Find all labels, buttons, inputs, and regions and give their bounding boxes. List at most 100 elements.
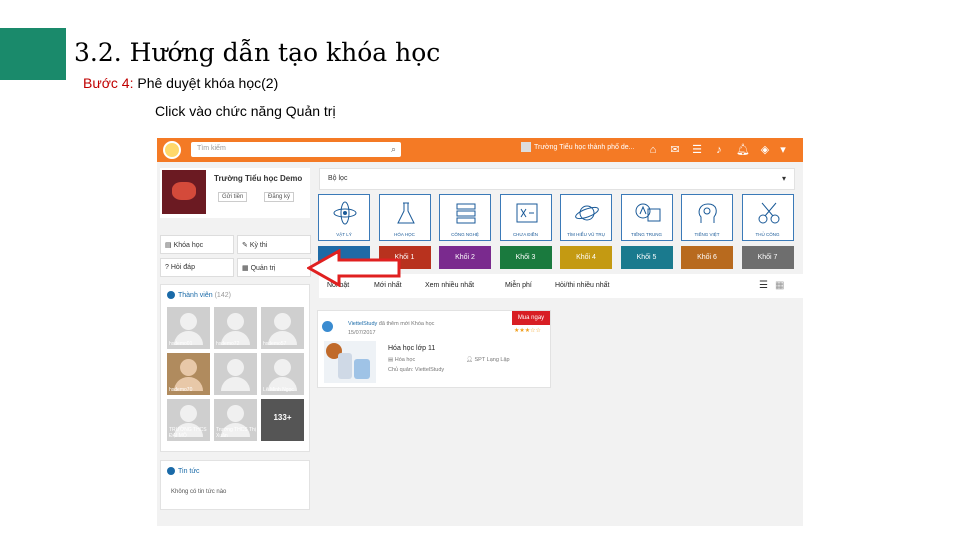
- member-name: hsdemo72: [216, 341, 240, 347]
- menu-exams[interactable]: ✎ Kỳ thi: [237, 235, 311, 254]
- step-heading: Bước 4: Phê duyệt khóa học(2): [83, 75, 278, 91]
- box-icon[interactable]: ◈: [757, 142, 773, 158]
- subject-label: TIẾNG VIỆT: [694, 232, 720, 237]
- subject-tile[interactable]: TIẾNG VIỆT: [681, 194, 733, 241]
- user-name: Trường Tiểu học thành phố de...: [534, 143, 635, 151]
- user-menu[interactable]: Trường Tiểu học thành phố de...: [521, 142, 641, 158]
- chevron-down-icon[interactable]: ▾: [775, 142, 791, 158]
- app-logo[interactable]: [163, 141, 181, 159]
- grade-button[interactable]: Khối 2: [439, 246, 491, 269]
- formula-icon: [516, 203, 537, 223]
- step-text: Phê duyệt khóa học(2): [133, 75, 279, 91]
- app-screenshot: Tìm kiếm ⌕ Trường Tiểu học thành phố de.…: [157, 138, 803, 526]
- profile-card: Trường Tiểu học Demo Gửi tiền Đăng ký: [160, 168, 310, 218]
- menu-courses-label: Khóa học: [173, 242, 204, 249]
- tab-free[interactable]: Miễn phí: [505, 282, 532, 289]
- members-title[interactable]: Thành viên: [178, 292, 213, 299]
- home-icon[interactable]: ⌂: [645, 142, 661, 158]
- member-tile[interactable]: hsdemo72: [214, 307, 257, 349]
- top-bar: Tìm kiếm ⌕ Trường Tiểu học thành phố de.…: [157, 138, 803, 162]
- profile-image[interactable]: [162, 170, 206, 214]
- send-money-button[interactable]: Gửi tiền: [218, 192, 248, 202]
- course-name[interactable]: Hóa học lớp 11: [388, 345, 435, 352]
- tab-most-asked[interactable]: Hỏi/thi nhiều nhất: [555, 282, 609, 289]
- filter-dropdown[interactable]: Bộ lọc ▾: [319, 168, 795, 190]
- bell-icon[interactable]: 🔔︎: [735, 142, 751, 158]
- profile-name[interactable]: Trường Tiểu học Demo: [214, 174, 302, 183]
- search-box[interactable]: Tìm kiếm ⌕: [191, 142, 401, 157]
- news-header: Tin tức: [167, 467, 200, 475]
- pointer-arrow-icon: [307, 249, 401, 287]
- search-icon[interactable]: ⌕: [391, 144, 396, 155]
- grade-button[interactable]: Khối 5: [620, 246, 673, 269]
- messages-icon[interactable]: ✉: [667, 142, 683, 158]
- member-name: hsdemo70: [169, 387, 193, 393]
- subject-tile[interactable]: THỦ CÔNG: [741, 194, 794, 241]
- flask-icon: [396, 202, 415, 224]
- subject-tile[interactable]: CHƯA ĐIỀN: [499, 194, 552, 241]
- course-post-line: ViettelStudy đã thêm mới Khóa học: [348, 321, 434, 327]
- grade-button[interactable]: Khối 3: [499, 246, 552, 269]
- subject-tile[interactable]: HÓA HỌC: [378, 194, 431, 241]
- more-members-button[interactable]: 133+: [261, 399, 304, 441]
- course-school: 👤︎ SPT Lạng Lập: [466, 357, 510, 363]
- filter-label: Bộ lọc: [328, 175, 348, 182]
- course-subject: ▤ Hóa học: [388, 357, 415, 363]
- subject-label: CHƯA ĐIỀN: [512, 232, 539, 237]
- instruction-text: Click vào chức năng Quản trị: [155, 103, 336, 119]
- exams-icon: ✎: [242, 242, 250, 249]
- menu-admin[interactable]: ▦ Quản trị: [237, 258, 311, 277]
- users-icon[interactable]: ☰: [689, 142, 705, 158]
- accent-block: [0, 28, 66, 80]
- admin-icon: ▦: [242, 265, 251, 272]
- register-button[interactable]: Đăng ký: [264, 192, 295, 202]
- books-icon: [456, 203, 476, 224]
- news-panel: Tin tức Không có tin tức nào: [160, 460, 310, 510]
- subject-tile[interactable]: TIẾNG TRUNG: [620, 194, 673, 241]
- subject-tile[interactable]: VẬT LÝ: [318, 194, 370, 241]
- notifications-icon[interactable]: ♪: [711, 142, 727, 158]
- course-date: 15/07/2017: [348, 330, 376, 336]
- course-school-text: SPT Lạng Lập: [474, 357, 510, 363]
- news-icon: [167, 467, 175, 475]
- atom-icon: [333, 201, 357, 225]
- course-card[interactable]: ViettelStudy đã thêm mới Khóa học 15/07/…: [317, 310, 551, 388]
- subject-label: THỦ CÔNG: [755, 232, 780, 237]
- user-avatar: [521, 142, 531, 152]
- grade-button[interactable]: Khối 6: [681, 246, 733, 269]
- member-name: hsdemo01: [169, 341, 193, 347]
- book-icon: ▤: [388, 357, 395, 363]
- menu-qa-label: Hỏi đáp: [170, 264, 195, 271]
- member-tile[interactable]: hsdemo70: [167, 353, 210, 395]
- list-view-icon[interactable]: ☰: [759, 280, 770, 291]
- slide-title: 3.2. Hướng dẫn tạo khóa học: [74, 38, 441, 67]
- grade-button[interactable]: Khối 4: [560, 246, 612, 269]
- subject-tile[interactable]: TÌM HIỂU VŨ TRỤ: [560, 194, 612, 241]
- course-thumbnail[interactable]: [324, 341, 376, 383]
- course-action: đã thêm mới Khóa học: [378, 321, 435, 327]
- member-tile[interactable]: TRƯỜNG THCS ĐẠI MỖ: [167, 399, 210, 441]
- member-tile[interactable]: Trường THCS Thị Xuân: [214, 399, 257, 441]
- tab-most-viewed[interactable]: Xem nhiều nhất: [425, 282, 474, 289]
- member-tile[interactable]: Lê Minh Ngọc: [261, 353, 304, 395]
- news-title[interactable]: Tin tức: [178, 468, 200, 475]
- subject-label: CÔNG NGHỆ: [451, 232, 479, 237]
- grade-button[interactable]: Khối 7: [741, 246, 794, 269]
- menu-qa[interactable]: ? Hỏi đáp: [160, 258, 234, 277]
- member-tile[interactable]: hsdemo01: [167, 307, 210, 349]
- member-tile[interactable]: hsdemo57: [261, 307, 304, 349]
- head-icon: [698, 203, 717, 223]
- grid-view-icon[interactable]: ▦: [775, 280, 786, 291]
- planet-icon: [575, 205, 599, 221]
- member-tile[interactable]: [214, 353, 257, 395]
- menu-courses[interactable]: ▤ Khóa học: [160, 235, 234, 254]
- buy-now-badge[interactable]: Mua ngay: [512, 311, 550, 325]
- register-label: Đăng ký: [268, 194, 291, 200]
- members-header: Thành viên (142): [167, 291, 231, 299]
- person-icon: 👤︎: [466, 357, 475, 363]
- course-author[interactable]: ViettelStudy: [348, 321, 377, 327]
- author-avatar: [322, 321, 333, 332]
- subject-tile[interactable]: CÔNG NGHỆ: [439, 194, 491, 241]
- scissors-icon: [758, 202, 779, 224]
- member-name: Lê Minh Ngọc: [263, 387, 294, 393]
